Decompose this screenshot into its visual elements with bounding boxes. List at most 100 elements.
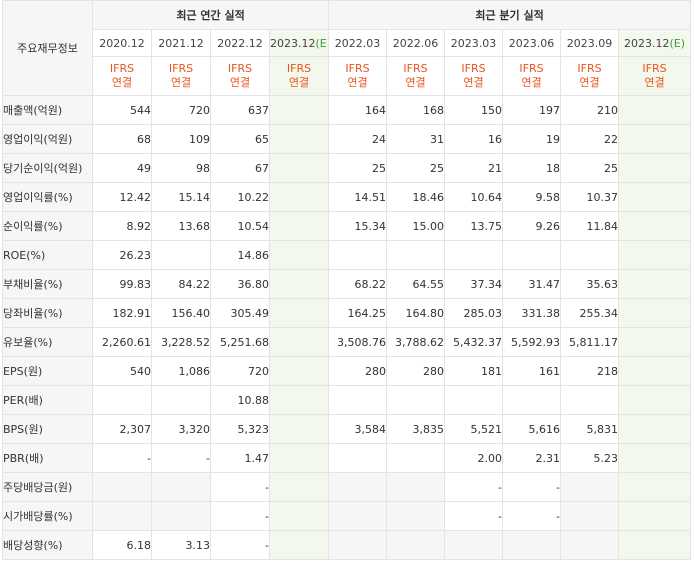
table-cell: 19 — [502, 124, 562, 154]
row-label: ROE(%) — [2, 240, 93, 270]
table-cell: - — [210, 501, 270, 531]
table-cell — [268, 182, 330, 212]
consolidated-text: 연결 — [579, 76, 600, 89]
table-cell — [618, 472, 692, 502]
consolidated-text: 연결 — [170, 76, 192, 89]
ifrs-text: IFRS — [519, 62, 544, 75]
table-cell: 3,788.62 — [386, 327, 446, 357]
table-cell: 10.22 — [210, 182, 270, 212]
table-row: 주당배당금(원) - - - — [2, 472, 692, 502]
table-cell — [444, 385, 504, 415]
table-cell: 181 — [444, 356, 504, 386]
table-cell — [618, 124, 692, 154]
row-label: BPS(원) — [2, 414, 93, 444]
table-cell: 6.18 — [92, 530, 152, 560]
table-cell: 2.00 — [444, 443, 504, 473]
table-row: PBR(배) - -1.47 2.00 2.31 5.23 — [2, 443, 692, 473]
table-cell — [618, 95, 692, 125]
row-label: 주당배당금(원) — [2, 472, 93, 502]
table-cell — [618, 530, 692, 560]
table-cell — [268, 327, 330, 357]
table-cell — [328, 530, 388, 560]
table-cell: 637 — [210, 95, 270, 125]
ifrs-text: IFRS — [345, 62, 370, 75]
table-cell — [268, 472, 330, 502]
estimate-marker: (E) — [669, 36, 686, 50]
table-cell: 8.92 — [92, 211, 152, 241]
consolidated-text: 연결 — [521, 76, 542, 89]
ifrs-consolidated-label: IFRS 연결 — [444, 56, 504, 96]
table-cell: 15.34 — [328, 211, 388, 241]
table-cell — [92, 385, 152, 415]
period-header: 2021.12 — [151, 29, 211, 57]
table-cell — [268, 269, 330, 299]
period-label: 2023.12 — [624, 36, 670, 50]
table-cell: - — [92, 443, 152, 473]
table-cell: 84.22 — [151, 269, 211, 299]
table-cell: 35.63 — [560, 269, 620, 299]
table-cell: 3,584 — [328, 414, 388, 444]
table-cell — [268, 414, 330, 444]
table-cell: 5,251.68 — [210, 327, 270, 357]
row-label: EPS(원) — [2, 356, 93, 386]
row-label: 배당성향(%) — [2, 530, 93, 560]
consolidated-text: 연결 — [463, 76, 484, 89]
table-row: 영업이익(억원) 68 109 65 24 31 16 19 22 — [2, 124, 692, 154]
table-cell: 18 — [502, 153, 562, 183]
table-cell — [386, 472, 446, 502]
table-cell — [268, 124, 330, 154]
row-label: 매출액(억원) — [2, 95, 93, 125]
period-header: 2020.12 — [92, 29, 152, 57]
table-cell: 10.88 — [210, 385, 270, 415]
table-cell — [268, 385, 330, 415]
table-cell — [444, 240, 504, 270]
corner-header: 주요재무정보 — [2, 0, 93, 96]
period-label: 2022.03 — [334, 36, 381, 50]
table-cell — [444, 530, 504, 560]
table-cell — [386, 385, 446, 415]
consolidated-text: 연결 — [644, 76, 665, 89]
table-cell: 67 — [210, 153, 270, 183]
table-cell: 1,086 — [151, 356, 211, 386]
period-header: 2023.06 — [502, 29, 562, 57]
row-label: PER(배) — [2, 385, 93, 415]
ifrs-consolidated-label: IFRS 연결 — [502, 56, 562, 96]
table-row: 배당성향(%) 6.18 3.13- — [2, 530, 692, 560]
table-cell: 24 — [328, 124, 388, 154]
period-label: 2022.06 — [392, 36, 439, 50]
table-cell: 9.26 — [502, 211, 562, 241]
table-cell — [268, 211, 330, 241]
ifrs-text: IFRS — [577, 62, 602, 75]
table-cell — [151, 472, 211, 502]
table-cell — [502, 240, 562, 270]
table-cell — [268, 153, 330, 183]
table-cell — [328, 472, 388, 502]
table-cell — [618, 327, 692, 357]
table-cell — [268, 530, 330, 560]
period-header: 2022.12 — [210, 29, 270, 57]
table-row: 매출액(억원) 544 720 637 164 168 150 197 210 — [2, 95, 692, 125]
ifrs-text: IFRS — [168, 62, 194, 75]
table-row: ROE(%) 26.23 14.86 — [2, 240, 692, 270]
table-cell: - — [444, 472, 504, 502]
table-row: 당기순이익(억원) 49 98 67 25 25 21 18 25 — [2, 153, 692, 183]
table-cell — [151, 501, 211, 531]
row-label: 당좌비율(%) — [2, 298, 93, 328]
table-cell: 3.13 — [151, 530, 211, 560]
table-cell: 5,521 — [444, 414, 504, 444]
table-cell: 25 — [560, 153, 620, 183]
table-cell: 5,432.37 — [444, 327, 504, 357]
table-cell — [502, 530, 562, 560]
table-cell — [92, 472, 152, 502]
table-cell: 31 — [386, 124, 446, 154]
ifrs-consolidated-label: IFRS 연결 — [151, 56, 211, 96]
row-label: 영업이익(억원) — [2, 124, 93, 154]
table-cell — [328, 240, 388, 270]
table-row: EPS(원) 540 1,086 720 280 280 181 161 218 — [2, 356, 692, 386]
period-header-row: 2020.122021.122022.122023.12(E)2022.0320… — [3, 29, 692, 57]
table-cell — [618, 153, 692, 183]
table-row: BPS(원) 2,307 3,320 5,323 3,584 3,835 5,521 5,61… — [2, 414, 692, 444]
table-cell — [328, 501, 388, 531]
table-cell: 49 — [92, 153, 152, 183]
period-header: 2023.12(E) — [268, 29, 330, 57]
